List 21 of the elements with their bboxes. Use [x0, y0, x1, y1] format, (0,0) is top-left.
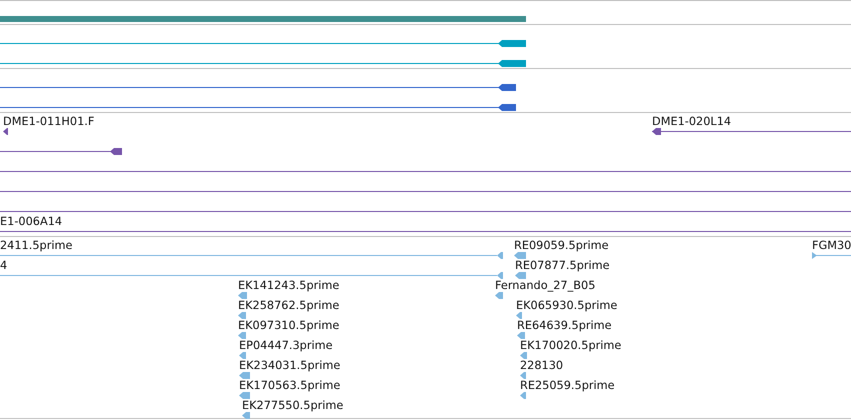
feature-label: 2411.5prime: [0, 239, 72, 252]
feature-label: RE07877.5prime: [515, 259, 610, 272]
feature-label: 4: [0, 259, 8, 272]
feature-label: DME1-020L14: [652, 115, 732, 128]
feature-label: Fernando_27_B05: [495, 279, 596, 292]
feature-label: RE64639.5prime: [517, 319, 612, 332]
feature-label: EK277550.5prime: [242, 399, 344, 412]
feature-label: EK170563.5prime: [239, 379, 340, 392]
feature-label: EK097310.5prime: [238, 319, 340, 332]
feature-label: DME1-011H01.F: [3, 115, 94, 128]
feature-label: EK141243.5prime: [238, 279, 340, 292]
feature-label: EK258762.5prime: [238, 299, 340, 312]
feature-label: RE25059.5prime: [520, 379, 615, 392]
feature-label: FGM30: [812, 239, 851, 252]
feature-label: EP04447.3prime: [239, 339, 333, 352]
feature-label: EK065930.5prime: [516, 299, 618, 312]
feature-label: EK234031.5prime: [239, 359, 340, 372]
feature-label: RE09059.5prime: [514, 239, 609, 252]
feature-label: 228130: [520, 359, 564, 372]
feature-label: EK170020.5prime: [520, 339, 622, 352]
feature-label: E1-006A14: [0, 215, 62, 228]
